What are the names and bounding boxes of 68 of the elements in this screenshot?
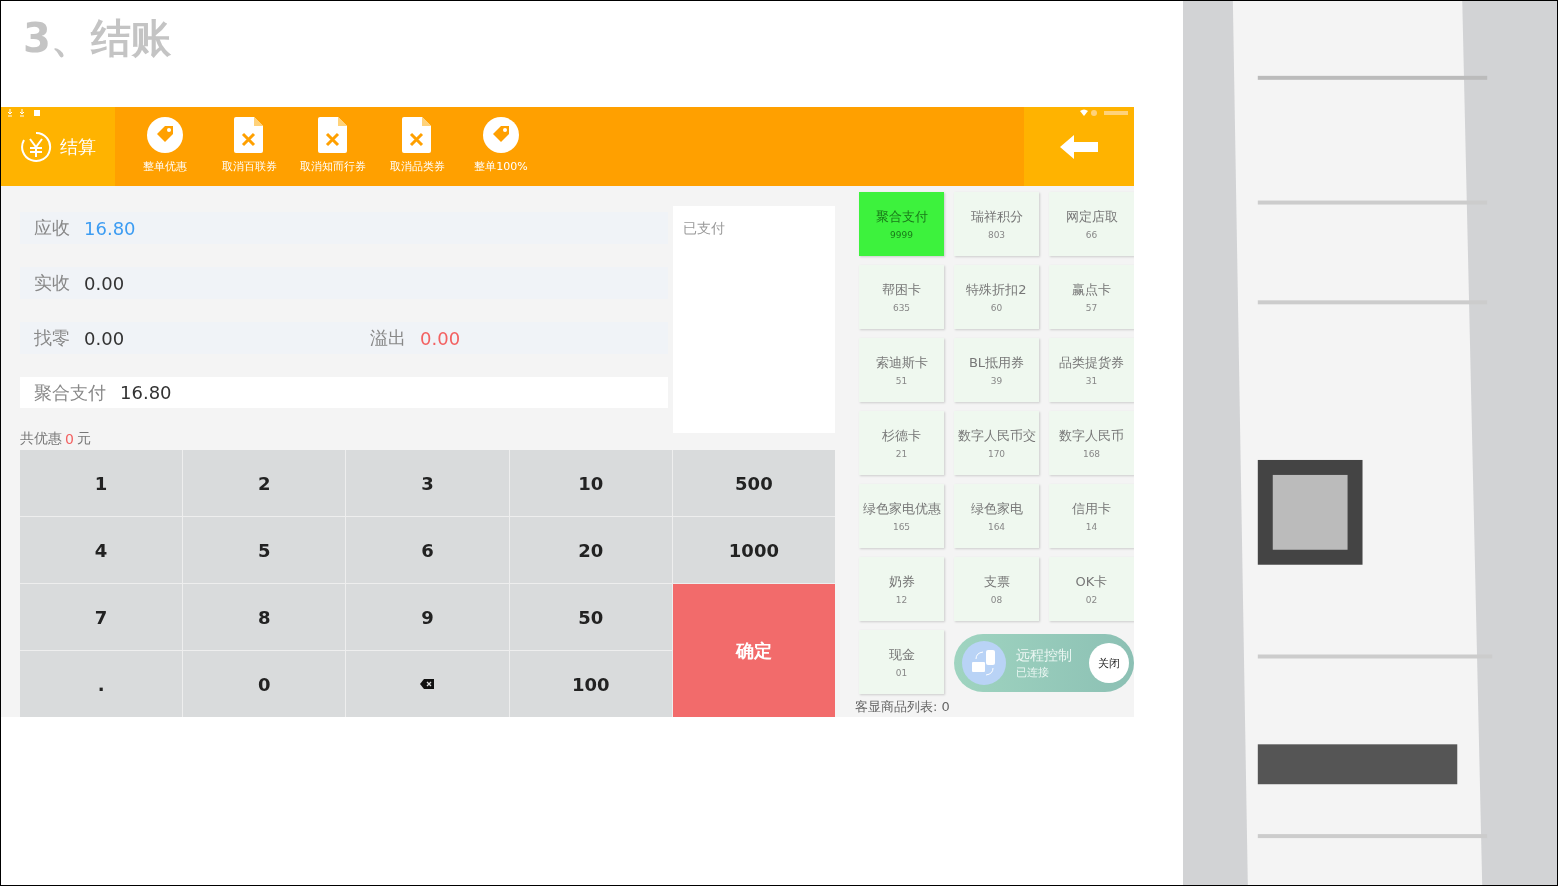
payment-method[interactable]: 网定店取 66 xyxy=(1049,192,1134,256)
keypad-key[interactable]: 7 xyxy=(20,584,183,650)
keypad-key[interactable]: 1 xyxy=(20,450,183,516)
field-label: 溢出 xyxy=(370,326,407,350)
field-value: 16.80 xyxy=(84,217,136,239)
back-arrow-icon xyxy=(1060,134,1098,159)
field-value: 0.00 xyxy=(420,327,461,349)
remote-title: 远程控制 xyxy=(1016,646,1073,665)
payment-method[interactable]: 杉德卡 21 xyxy=(859,411,944,475)
payment-method[interactable]: 聚合支付 9999 xyxy=(859,192,944,256)
keypad-key[interactable]: 500 xyxy=(672,450,835,516)
document-x-icon xyxy=(318,117,348,153)
payment-method[interactable]: 特殊折扣2 60 xyxy=(954,265,1039,329)
payment-method[interactable]: 绿色家电优惠 165 xyxy=(859,484,944,548)
payment-method[interactable]: 现金 01 xyxy=(859,630,944,694)
keypad-key[interactable]: 2 xyxy=(183,450,346,516)
keypad-key[interactable]: 20 xyxy=(509,517,672,583)
document-x-icon xyxy=(234,117,264,153)
customer-display-count: 客显商品列表: 0 xyxy=(855,698,951,716)
keypad-key[interactable]: 8 xyxy=(183,584,346,650)
panel-title: 已支付 xyxy=(683,220,725,236)
field-label: 应收 xyxy=(34,216,70,240)
keypad-key[interactable]: 1000 xyxy=(672,517,835,583)
field-value: 0.00 xyxy=(84,272,125,294)
keypad-key[interactable]: 5 xyxy=(183,517,346,583)
payment-method[interactable]: OK卡 02 xyxy=(1049,557,1134,621)
payment-method[interactable]: 赢点卡 57 xyxy=(1049,265,1134,329)
close-button[interactable]: 关闭 xyxy=(1089,643,1129,683)
keypad-key[interactable]: 10 xyxy=(509,450,672,516)
page-heading: 3、结账 xyxy=(23,14,171,63)
keypad-key[interactable]: 0 xyxy=(183,651,346,717)
discount-amount: 0 xyxy=(65,430,74,447)
payment-method[interactable]: 支票 08 xyxy=(954,557,1039,621)
keypad-key[interactable]: 9 xyxy=(346,584,509,650)
payment-method[interactable]: 帮困卡 635 xyxy=(859,265,944,329)
back-button[interactable] xyxy=(1024,107,1134,186)
keypad-key[interactable]: 100 xyxy=(509,651,672,717)
backspace-key[interactable] xyxy=(346,651,509,717)
remote-status: 已连接 xyxy=(1016,664,1050,680)
keypad-key[interactable]: 6 xyxy=(346,517,509,583)
payment-method[interactable]: 索迪斯卡 51 xyxy=(859,338,944,402)
field-label: 聚合支付 xyxy=(34,380,106,405)
keypad-key[interactable]: . xyxy=(20,651,183,717)
payment-method[interactable]: 绿色家电 164 xyxy=(954,484,1039,548)
field-label: 实收 xyxy=(34,271,70,295)
field-label: 找零 xyxy=(34,326,70,350)
field-value: 0.00 xyxy=(84,327,125,349)
tag-icon xyxy=(483,117,519,153)
payment-method[interactable]: 数字人民币交 170 xyxy=(954,411,1039,475)
tag-icon xyxy=(147,117,183,153)
confirm-button[interactable]: 确定 xyxy=(672,584,835,717)
document-x-icon xyxy=(402,117,432,153)
payment-method[interactable]: 信用卡 14 xyxy=(1049,484,1134,548)
discount-label: 共优惠 xyxy=(20,429,62,448)
keypad-key[interactable]: 50 xyxy=(509,584,672,650)
remote-devices-icon xyxy=(962,641,1006,685)
payment-method[interactable]: 瑞祥积分 803 xyxy=(954,192,1039,256)
field-value: 16.80 xyxy=(120,382,172,403)
keypad-key[interactable]: 4 xyxy=(20,517,183,583)
payment-method[interactable]: 奶券 12 xyxy=(859,557,944,621)
keypad-key[interactable]: 3 xyxy=(346,450,509,516)
yuan-icon xyxy=(20,130,52,163)
payment-method[interactable]: 数字人民币 168 xyxy=(1049,411,1134,475)
discount-unit: 元 xyxy=(76,429,91,448)
backspace-icon xyxy=(420,679,435,689)
payment-method[interactable]: 品类提货券 31 xyxy=(1049,338,1134,402)
payment-method[interactable]: BL抵用券 39 xyxy=(954,338,1039,402)
status-icons xyxy=(1080,109,1130,117)
